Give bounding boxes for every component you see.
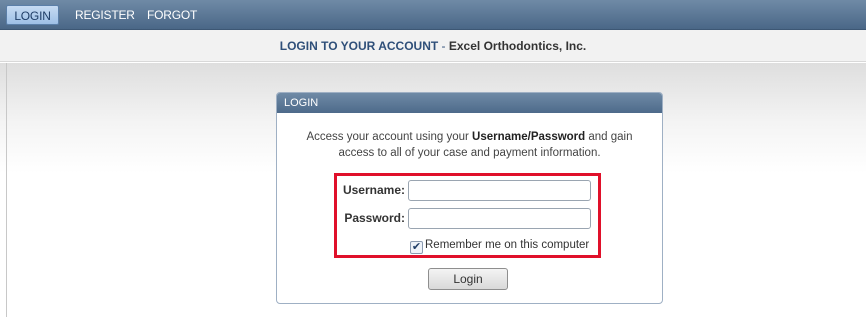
- password-label: Password:: [344, 211, 405, 225]
- intro-text-bold: Username/Password: [472, 131, 586, 143]
- nav-tab-forgot-password[interactable]: FORGOT PASSWORD: [147, 5, 267, 42]
- remember-me-row[interactable]: ✔ Remember me on this computer: [410, 238, 589, 254]
- login-intro-text: Access your account using your Username/…: [289, 129, 650, 161]
- company-name: Excel Orthodontics, Inc.: [448, 39, 587, 53]
- login-button[interactable]: Login: [428, 268, 508, 290]
- page-title-main: LOGIN TO YOUR ACCOUNT: [279, 39, 439, 53]
- password-input[interactable]: [408, 208, 591, 229]
- nav-tab-login[interactable]: LOGIN: [6, 5, 59, 25]
- intro-text-pre: Access your account using your: [306, 131, 473, 143]
- nav-tab-register[interactable]: REGISTER: [75, 5, 135, 25]
- page-title-separator: -: [438, 39, 449, 53]
- page-title: LOGIN TO YOUR ACCOUNT - Excel Orthodonti…: [0, 30, 866, 62]
- main-divider: [6, 63, 7, 317]
- remember-me-checkbox[interactable]: ✔: [410, 241, 423, 254]
- top-nav: LOGIN REGISTER FORGOT PASSWORD: [0, 0, 866, 42]
- username-input[interactable]: [408, 180, 591, 201]
- remember-me-label: Remember me on this computer: [425, 239, 590, 251]
- username-label: Username:: [342, 183, 405, 197]
- login-panel-header: LOGIN: [277, 93, 662, 113]
